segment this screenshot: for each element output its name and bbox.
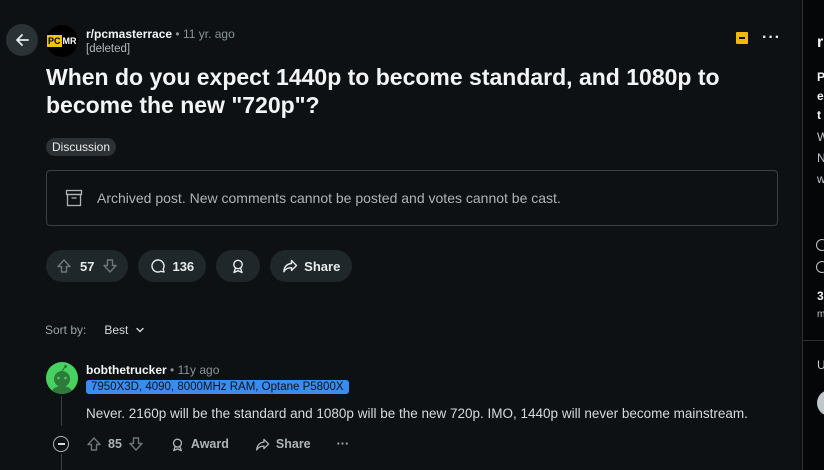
sort-control[interactable]: Sort by: Best: [45, 323, 146, 337]
user-flair: 7950X3D, 4090, 8000MHz RAM, Optane P5800…: [86, 380, 349, 394]
sidebar-section: U: [817, 358, 824, 372]
globe-icon: [816, 261, 824, 273]
sidebar-user-avatar[interactable]: [817, 390, 824, 416]
comment-body: Never. 2160p will be the standard and 10…: [86, 406, 748, 421]
upvote-icon[interactable]: [56, 258, 72, 274]
downvote-icon[interactable]: [128, 436, 144, 452]
snoo-avatar-icon: [52, 365, 72, 394]
vote-count: 57: [80, 258, 95, 274]
award-label: Award: [190, 437, 229, 451]
collapse-icon[interactable]: [53, 436, 69, 452]
post-actions: 57 136 Share: [46, 250, 353, 282]
meta-separator: •: [175, 27, 180, 41]
award-icon: [172, 438, 182, 451]
post-top-actions: ···: [736, 30, 781, 46]
post-author: [deleted]: [86, 43, 131, 55]
post-age: 11 yr. ago: [182, 27, 235, 41]
comment-share-button[interactable]: Share: [255, 437, 311, 452]
sidebar-stat-sub: m: [817, 309, 824, 320]
archive-icon: [736, 32, 748, 44]
comment-vote-control: 85: [86, 436, 144, 452]
more-options-button[interactable]: ···: [762, 30, 781, 46]
downvote-icon[interactable]: [102, 258, 118, 274]
logo-text-mr: MR: [62, 36, 77, 46]
comment-meta-separator: •: [170, 363, 175, 377]
share-label: Share: [275, 437, 311, 451]
right-sidebar: r P e t W N w 3 m U: [803, 0, 824, 470]
award-button[interactable]: [216, 250, 261, 282]
post-flair[interactable]: Discussion: [46, 138, 117, 156]
upvote-icon[interactable]: [86, 436, 102, 452]
chevron-down-icon: [136, 327, 145, 333]
archive-icon: [65, 189, 83, 207]
comment-actions: 85 Award Share ···: [86, 436, 375, 452]
more-icon: ···: [336, 437, 350, 451]
sort-label: Sort by:: [45, 323, 87, 337]
share-label: Share: [304, 258, 341, 274]
sort-value: Best: [104, 323, 129, 337]
subreddit-link[interactable]: r/pcmasterrace: [86, 27, 172, 41]
comment-vote-count: 85: [108, 437, 122, 451]
back-button[interactable]: [6, 24, 38, 56]
back-arrow-icon: [16, 34, 29, 46]
share-icon: [283, 259, 298, 273]
sidebar-stat: 3: [817, 289, 824, 303]
post-title: When do you expect 1440p to become stand…: [46, 64, 720, 118]
comments-button[interactable]: 136: [138, 250, 207, 282]
post-meta: r/pcmasterrace • 11 yr. ago: [86, 27, 235, 41]
calendar-icon: [816, 239, 824, 251]
comment-icon: [151, 259, 166, 273]
comment-avatar[interactable]: [46, 362, 78, 394]
subreddit-avatar[interactable]: PC MR: [46, 25, 78, 57]
vote-control: 57: [46, 250, 129, 282]
sidebar-line: w: [817, 172, 824, 186]
comment-author[interactable]: bobthetrucker: [86, 363, 167, 377]
sidebar-line: N: [817, 151, 824, 165]
sidebar-separator: [803, 340, 824, 341]
archived-notice: Archived post. New comments cannot be po…: [46, 170, 778, 226]
thread-line: [61, 454, 62, 470]
sidebar-line: e: [817, 89, 824, 103]
share-icon: [255, 438, 270, 451]
sidebar-line: t: [817, 108, 821, 122]
thread-line: [61, 396, 62, 426]
sidebar-line: P: [817, 70, 824, 84]
share-button[interactable]: Share: [270, 250, 353, 282]
comment-meta: bobthetrucker • 11y ago: [86, 363, 219, 377]
comment-more-button[interactable]: ···: [337, 437, 350, 451]
award-icon: [233, 259, 244, 274]
comment-award-button[interactable]: Award: [170, 437, 229, 452]
sidebar-title: r: [817, 34, 824, 51]
comment-age: 11y ago: [177, 363, 220, 377]
archived-notice-text: Archived post. New comments cannot be po…: [97, 190, 561, 206]
sidebar-line: W: [817, 130, 824, 144]
comment-count: 136: [172, 258, 195, 274]
logo-text-pc: PC: [47, 35, 62, 47]
